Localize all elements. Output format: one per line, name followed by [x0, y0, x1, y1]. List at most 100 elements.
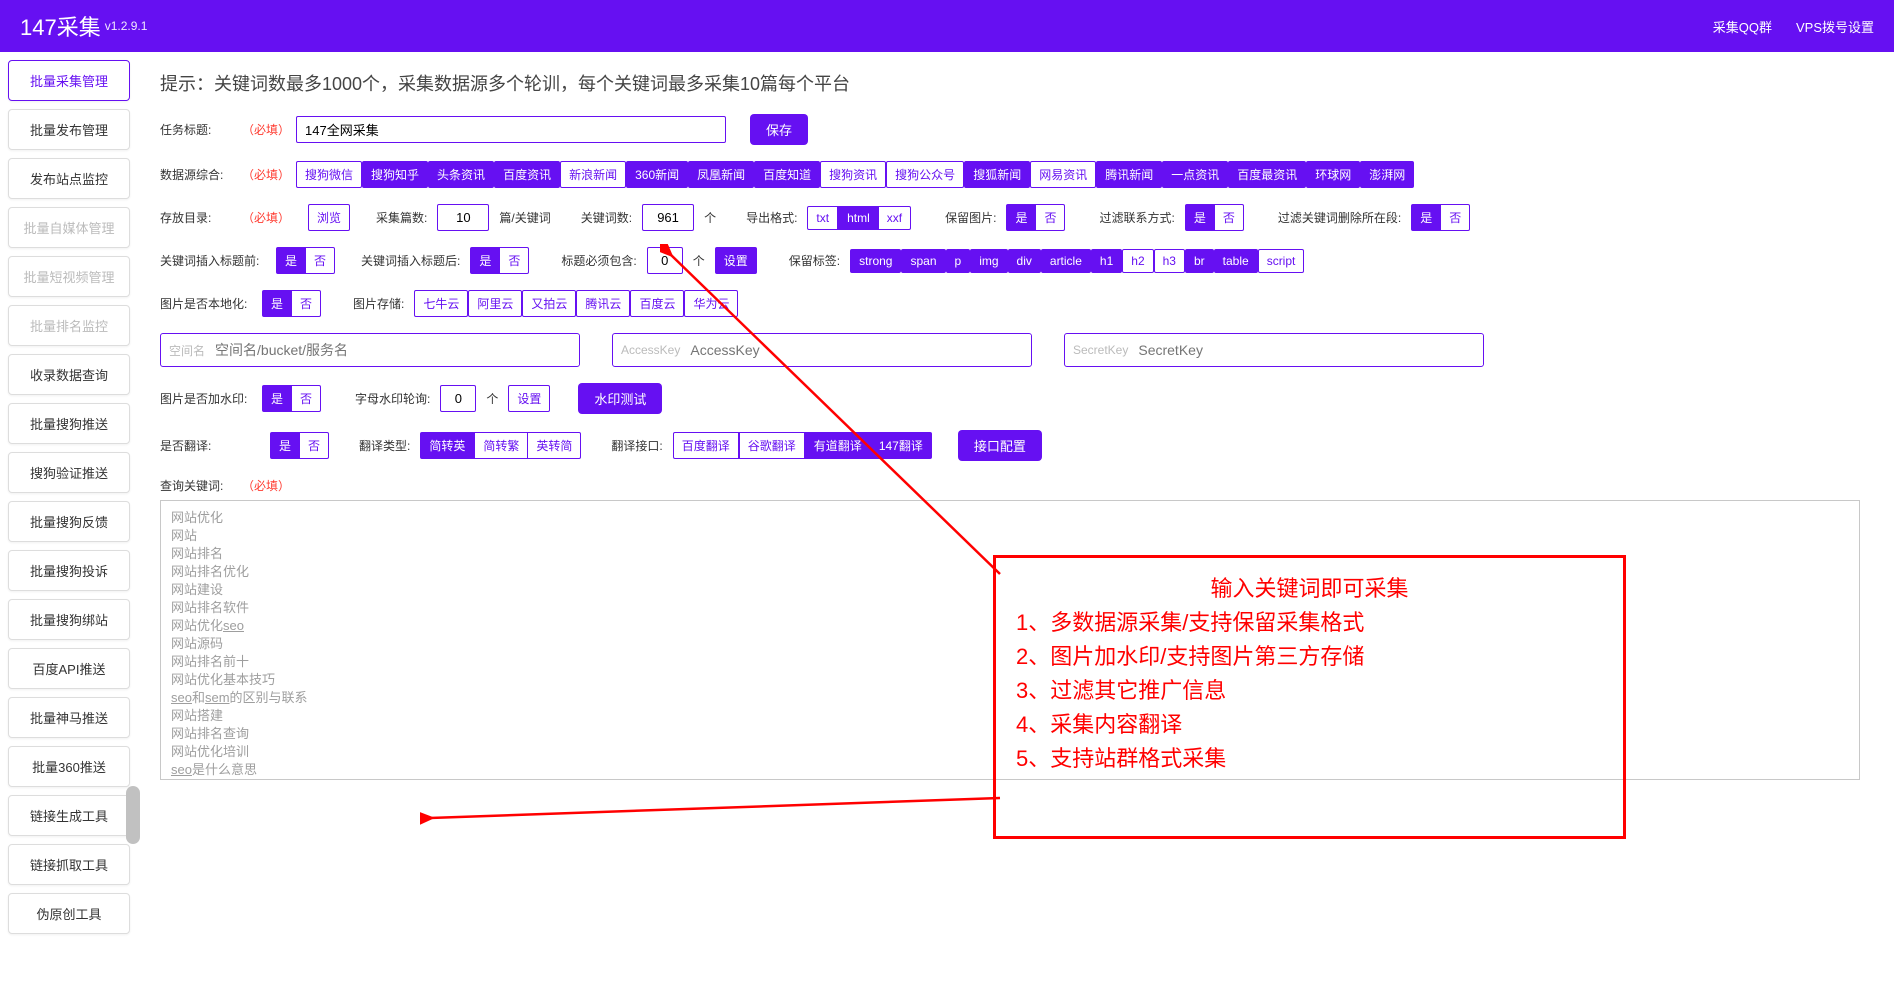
- source-tag[interactable]: 百度资讯: [494, 161, 560, 188]
- sidebar-scrollbar[interactable]: [126, 786, 140, 844]
- translate-config-button[interactable]: 接口配置: [958, 430, 1042, 461]
- img-local-option[interactable]: 否: [292, 290, 321, 317]
- annotation-line: 5、支持站群格式采集: [1016, 742, 1603, 776]
- translate-option[interactable]: 否: [300, 432, 329, 459]
- img-store-option[interactable]: 百度云: [630, 290, 684, 317]
- source-tag[interactable]: 360新闻: [626, 161, 688, 188]
- source-tag[interactable]: 百度知道: [754, 161, 820, 188]
- sidebar-item[interactable]: 批量搜狗反馈: [8, 501, 130, 542]
- oss-sk-input[interactable]: [1138, 335, 1483, 365]
- source-tag[interactable]: 新浪新闻: [560, 161, 626, 188]
- keep-html-tag[interactable]: h1: [1091, 249, 1122, 273]
- img-store-option[interactable]: 华为云: [684, 290, 738, 317]
- img-store-option[interactable]: 又拍云: [522, 290, 576, 317]
- source-tag[interactable]: 搜狗知乎: [362, 161, 428, 188]
- collect-count-input[interactable]: [437, 204, 489, 231]
- filter-kw-option[interactable]: 是: [1411, 204, 1441, 231]
- source-tag[interactable]: 头条资讯: [428, 161, 494, 188]
- keyword-count-input[interactable]: [642, 204, 694, 231]
- keep-html-tag[interactable]: article: [1041, 249, 1091, 273]
- oss-sk-field[interactable]: SecretKey: [1064, 333, 1484, 367]
- sidebar-item[interactable]: 百度API推送: [8, 648, 130, 689]
- keyword-line: 网站优化: [171, 509, 1849, 527]
- title-must-input[interactable]: [647, 247, 683, 274]
- filter-kw-option[interactable]: 否: [1441, 204, 1470, 231]
- save-button[interactable]: 保存: [750, 114, 808, 145]
- keep-html-tag[interactable]: script: [1258, 249, 1305, 273]
- sidebar-item[interactable]: 批量360推送: [8, 746, 130, 787]
- keep-html-tag[interactable]: h3: [1154, 249, 1185, 273]
- sidebar-item[interactable]: 伪原创工具: [8, 893, 130, 934]
- title-must-set[interactable]: 设置: [715, 247, 757, 274]
- keep-html-tag[interactable]: div: [1008, 249, 1041, 273]
- export-format-option[interactable]: html: [838, 206, 879, 230]
- sidebar-item[interactable]: 链接生成工具: [8, 795, 130, 836]
- sidebar-item[interactable]: 收录数据查询: [8, 354, 130, 395]
- translate-interface-option[interactable]: 有道翻译: [805, 432, 871, 459]
- watermark-option[interactable]: 否: [292, 385, 321, 412]
- oss-ak-input[interactable]: [690, 335, 1031, 365]
- export-format-option[interactable]: xxf: [879, 206, 911, 230]
- kw-after-option[interactable]: 否: [500, 247, 529, 274]
- source-tag[interactable]: 环球网: [1306, 161, 1360, 188]
- translate-type-option[interactable]: 简转繁: [474, 432, 528, 459]
- link-vps-settings[interactable]: VPS拨号设置: [1796, 17, 1874, 36]
- source-tag[interactable]: 凤凰新闻: [688, 161, 754, 188]
- sidebar-item[interactable]: 批量神马推送: [8, 697, 130, 738]
- keep-img-option[interactable]: 是: [1006, 204, 1036, 231]
- keep-html-tag[interactable]: p: [946, 249, 971, 273]
- export-format-option[interactable]: txt: [807, 206, 838, 230]
- keep-html-tag[interactable]: br: [1185, 249, 1214, 273]
- keep-html-tag[interactable]: img: [970, 249, 1007, 273]
- sidebar-item[interactable]: 批量搜狗投诉: [8, 550, 130, 591]
- oss-space-input[interactable]: [215, 335, 579, 365]
- translate-type-option[interactable]: 简转英: [420, 432, 474, 459]
- sidebar-item[interactable]: 批量发布管理: [8, 109, 130, 150]
- link-qq-group[interactable]: 采集QQ群: [1713, 17, 1772, 36]
- img-local-option[interactable]: 是: [262, 290, 292, 317]
- sidebar-item[interactable]: 批量搜狗推送: [8, 403, 130, 444]
- wm-rot-set[interactable]: 设置: [508, 385, 550, 412]
- translate-interface-option[interactable]: 谷歌翻译: [739, 432, 805, 459]
- kw-after-option[interactable]: 是: [470, 247, 500, 274]
- img-store-option[interactable]: 阿里云: [468, 290, 522, 317]
- keep-html-tag[interactable]: span: [901, 249, 945, 273]
- oss-space-field[interactable]: 空间名: [160, 333, 580, 367]
- source-tag[interactable]: 搜狗资讯: [820, 161, 886, 188]
- translate-interface-option[interactable]: 147翻译: [871, 432, 932, 459]
- keep-img-option[interactable]: 否: [1036, 204, 1065, 231]
- browse-button[interactable]: 浏览: [308, 204, 350, 231]
- source-tag[interactable]: 一点资讯: [1162, 161, 1228, 188]
- keyword-count-label: 关键词数:: [581, 209, 632, 226]
- wm-rot-input[interactable]: [440, 385, 476, 412]
- translate-type-option[interactable]: 英转简: [528, 432, 581, 459]
- img-store-option[interactable]: 七牛云: [414, 290, 468, 317]
- sidebar-item[interactable]: 批量采集管理: [8, 60, 130, 101]
- kw-before-option[interactable]: 否: [306, 247, 335, 274]
- sidebar-item[interactable]: 发布站点监控: [8, 158, 130, 199]
- filter-contact-option[interactable]: 否: [1215, 204, 1244, 231]
- translate-option[interactable]: 是: [270, 432, 300, 459]
- source-tag[interactable]: 网易资讯: [1030, 161, 1096, 188]
- keep-html-tag[interactable]: h2: [1122, 249, 1153, 273]
- sidebar-item[interactable]: 搜狗验证推送: [8, 452, 130, 493]
- source-tag[interactable]: 搜狗公众号: [886, 161, 964, 188]
- oss-ak-field[interactable]: AccessKey: [612, 333, 1032, 367]
- img-store-option[interactable]: 腾讯云: [576, 290, 630, 317]
- sidebar-item[interactable]: 链接抓取工具: [8, 844, 130, 885]
- watermark-test-button[interactable]: 水印测试: [578, 383, 662, 414]
- kw-before-option[interactable]: 是: [276, 247, 306, 274]
- source-tag[interactable]: 搜狗微信: [296, 161, 362, 188]
- watermark-option[interactable]: 是: [262, 385, 292, 412]
- translate-interface-option[interactable]: 百度翻译: [673, 432, 739, 459]
- source-tag[interactable]: 腾讯新闻: [1096, 161, 1162, 188]
- source-tag[interactable]: 搜狐新闻: [964, 161, 1030, 188]
- task-title-input[interactable]: [296, 116, 726, 143]
- source-tag[interactable]: 百度最资讯: [1228, 161, 1306, 188]
- keep-html-tag[interactable]: strong: [850, 249, 901, 273]
- sidebar-item[interactable]: 批量搜狗绑站: [8, 599, 130, 640]
- source-tag[interactable]: 澎湃网: [1360, 161, 1414, 188]
- filter-contact-option[interactable]: 是: [1185, 204, 1215, 231]
- keep-html-tag[interactable]: table: [1214, 249, 1258, 273]
- filter-contact-label: 过滤联系方式:: [1099, 209, 1174, 226]
